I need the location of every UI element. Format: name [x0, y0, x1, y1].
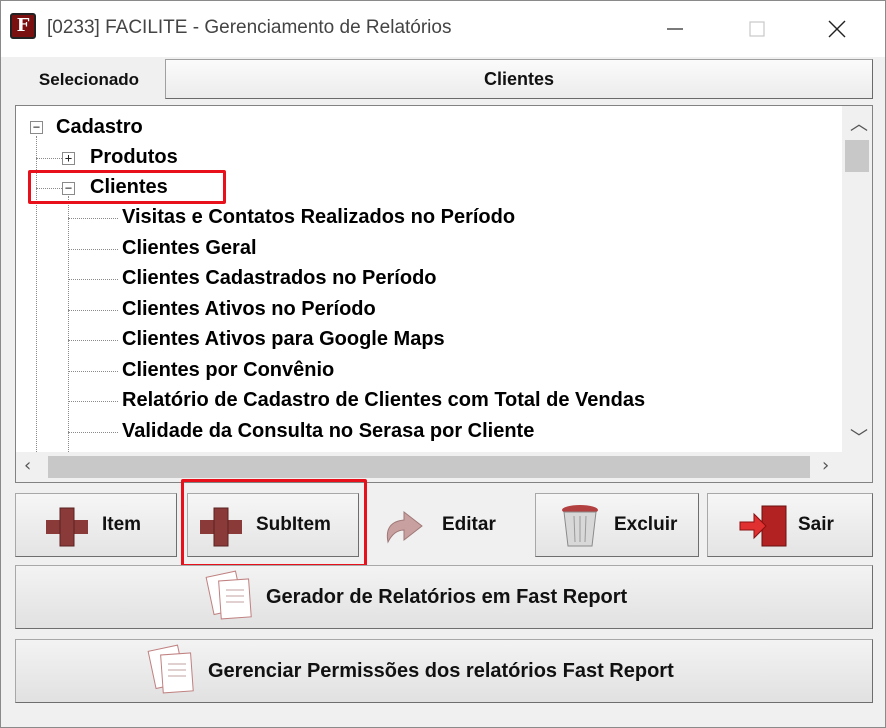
close-icon [828, 20, 846, 38]
tree-line [68, 340, 118, 341]
tree-content: − Cadastro + Produtos − Clientes Visitas… [16, 106, 842, 454]
window-title: [0233] FACILITE - Gerenciamento de Relat… [47, 17, 452, 38]
maximize-icon [749, 21, 765, 37]
report-permissions-button[interactable]: Gerenciar Permissões dos relatórios Fast… [15, 639, 873, 703]
exit-button[interactable]: Sair [707, 493, 873, 557]
redo-arrow-icon [386, 510, 423, 544]
tree-line [68, 431, 118, 433]
report-manager-window: F [0233] FACILITE - Gerenciamento de Rel… [0, 0, 886, 728]
tree-node-report[interactable]: Clientes Ativos no Período [122, 295, 376, 323]
exit-door-icon [739, 505, 787, 547]
collapse-cadastro-toggle[interactable]: − [30, 121, 43, 134]
tree-node-report[interactable]: Clientes por Convênio [122, 356, 334, 384]
tree-line [36, 158, 62, 159]
edit-button[interactable]: Editar [367, 493, 527, 557]
scrollbar-corner [842, 452, 872, 482]
vertical-scrollbar[interactable]: ︿ ﹀ [842, 106, 872, 454]
add-item-label: Item [102, 514, 142, 535]
horizontal-scrollbar[interactable]: ‹ › [16, 452, 842, 482]
add-item-button[interactable]: Item [15, 493, 177, 557]
delete-button[interactable]: Excluir [535, 493, 699, 557]
tree-line [68, 248, 118, 250]
report-generator-button[interactable]: Gerador de Relatórios em Fast Report [15, 565, 873, 629]
documents-icon [205, 570, 252, 620]
tree-node-report[interactable]: Visitas e Contatos Realizados no Período [122, 203, 515, 231]
tree-node-produtos[interactable]: Produtos [90, 143, 178, 171]
delete-label: Excluir [614, 514, 678, 535]
selected-value-field: Clientes [165, 59, 873, 99]
close-button[interactable] [817, 11, 857, 47]
documents-icon [147, 644, 194, 694]
tree-line [68, 309, 118, 311]
trash-icon [562, 505, 598, 547]
edit-label: Editar [442, 514, 496, 535]
scroll-down-icon[interactable]: ﹀ [850, 424, 868, 450]
tree-line [68, 370, 118, 372]
scroll-right-icon[interactable]: › [822, 455, 829, 476]
report-generator-label: Gerador de Relatórios em Fast Report [266, 586, 628, 608]
tree-node-report[interactable]: Clientes Cadastrados no Período [122, 264, 437, 292]
expand-produtos-toggle[interactable]: + [62, 152, 75, 165]
vertical-scroll-thumb[interactable] [845, 140, 869, 172]
selected-label: Selecionado [38, 70, 140, 89]
tree-node-report[interactable]: Clientes Geral [122, 234, 257, 262]
tree-line [68, 196, 69, 454]
maximize-button [737, 11, 777, 47]
tree-node-report[interactable]: Clientes Ativos para Google Maps [122, 325, 445, 353]
tree-line [68, 218, 118, 219]
minimize-icon [667, 28, 683, 30]
scroll-up-icon[interactable]: ︿ [850, 110, 868, 136]
tree-line [68, 279, 118, 280]
scroll-left-icon[interactable]: ‹ [24, 455, 31, 476]
tree-node-report[interactable]: Relatório de Cadastro de Clientes com To… [122, 386, 645, 414]
exit-label: Sair [798, 514, 834, 535]
tree-line [68, 401, 118, 402]
minimize-button[interactable] [655, 11, 695, 47]
title-bar: F [0233] FACILITE - Gerenciamento de Rel… [1, 1, 885, 57]
clientes-highlight-box [28, 170, 226, 204]
tree-node-report[interactable]: Validade da Consulta no Serasa por Clien… [122, 417, 534, 445]
report-permissions-label: Gerenciar Permissões dos relatórios Fast… [208, 660, 674, 682]
report-tree[interactable]: − Cadastro + Produtos − Clientes Visitas… [15, 105, 873, 483]
app-logo-icon: F [10, 13, 36, 39]
horizontal-scroll-thumb[interactable] [48, 456, 810, 478]
plus-icon [46, 507, 88, 547]
subitem-highlight-box [181, 479, 367, 567]
tree-node-cadastro[interactable]: Cadastro [56, 113, 143, 141]
